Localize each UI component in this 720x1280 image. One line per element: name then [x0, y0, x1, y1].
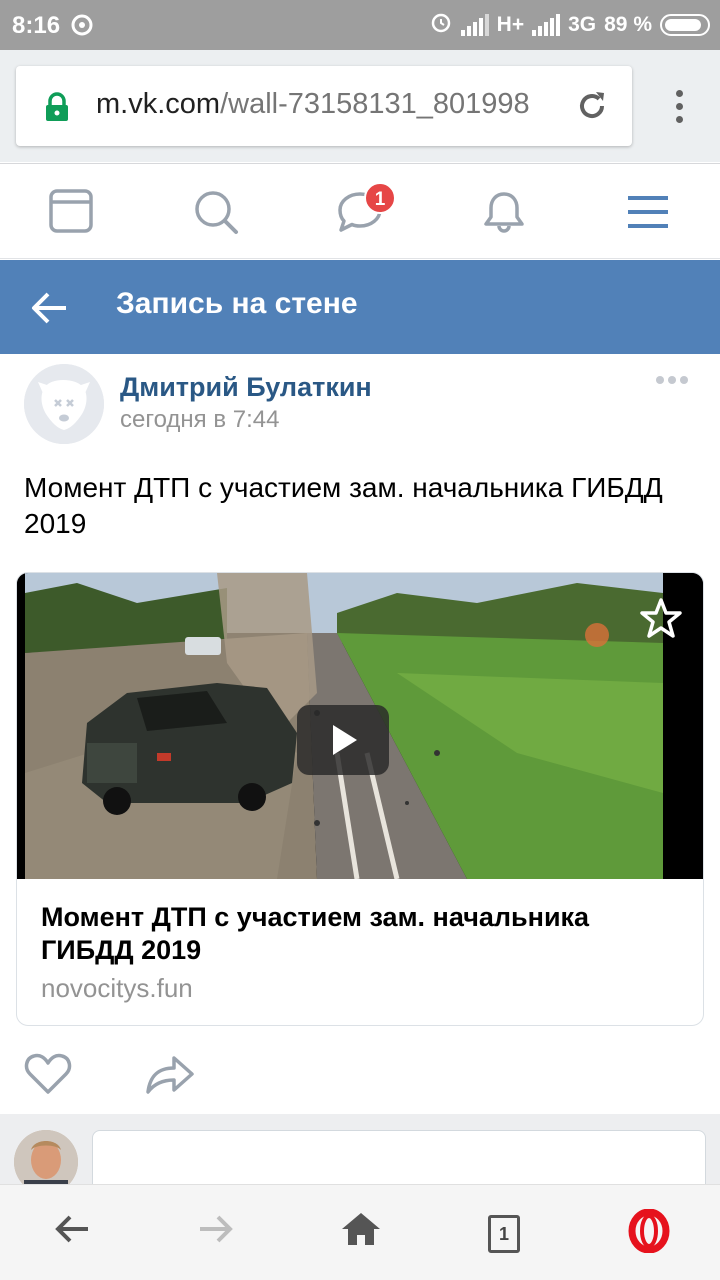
signal-icon-2 [532, 14, 561, 36]
battery-percent: 89 % [604, 13, 652, 36]
browser-toolbar: m.vk.com/wall-73158131_801998 [0, 50, 720, 162]
page-title: Запись на стене [116, 287, 358, 320]
url-path: /wall-73158131_801998 [220, 88, 530, 120]
search-icon[interactable] [192, 188, 240, 236]
status-time: 8:16 [12, 12, 61, 39]
browser-back-icon[interactable] [52, 1209, 92, 1254]
page-header: Запись на стене [0, 260, 720, 354]
notifications-icon[interactable] [480, 188, 528, 236]
browser-bottom-bar: 1 [0, 1184, 720, 1280]
status-bar: 8:16 H+ 3G 89 % [0, 0, 720, 50]
more-options-icon[interactable] [656, 376, 688, 384]
play-button-icon[interactable] [297, 705, 389, 775]
tabs-button[interactable]: 1 [488, 1215, 520, 1253]
url-host: m.vk.com [96, 88, 221, 120]
address-bar[interactable]: m.vk.com/wall-73158131_801998 [16, 66, 632, 146]
feed-icon[interactable] [48, 188, 96, 236]
network-type-2: 3G [568, 13, 597, 36]
messages-badge: 1 [364, 182, 396, 214]
vk-top-nav: 1 [0, 163, 720, 259]
alarm-icon [429, 10, 453, 40]
notification-icon [70, 14, 94, 41]
messages-icon[interactable]: 1 [336, 182, 396, 236]
battery-icon [660, 14, 710, 36]
browser-forward-icon[interactable] [196, 1209, 236, 1254]
back-arrow-icon[interactable] [30, 288, 70, 333]
video-thumbnail[interactable] [17, 573, 703, 879]
opera-logo-icon[interactable] [628, 1208, 670, 1258]
default-avatar-icon [24, 364, 104, 444]
home-icon[interactable] [340, 1209, 382, 1254]
url-text[interactable]: m.vk.com/wall-73158131_801998 [96, 88, 530, 121]
browser-menu-icon[interactable] [676, 90, 684, 129]
post-text: Момент ДТП с участием зам. начальника ГИ… [24, 472, 663, 539]
reload-icon[interactable] [574, 88, 610, 129]
link-card[interactable]: Момент ДТП с участием зам. начальника ГИ… [16, 572, 704, 1026]
like-heart-icon[interactable] [24, 1052, 72, 1101]
post-author-name[interactable]: Дмитрий Булаткин [120, 372, 372, 403]
favorite-star-icon[interactable] [639, 597, 683, 644]
author-avatar[interactable] [24, 364, 104, 444]
menu-icon[interactable] [624, 188, 672, 236]
share-arrow-icon[interactable] [144, 1052, 196, 1101]
link-card-domain: novocitys.fun [41, 973, 193, 1003]
post-timestamp[interactable]: сегодня в 7:44 [120, 406, 279, 434]
link-card-title[interactable]: Момент ДТП с участием зам. начальника ГИ… [41, 901, 681, 967]
lock-icon [44, 92, 70, 127]
signal-icon [460, 14, 489, 36]
comment-bar [0, 1114, 720, 1200]
network-type-1: H+ [496, 13, 525, 36]
